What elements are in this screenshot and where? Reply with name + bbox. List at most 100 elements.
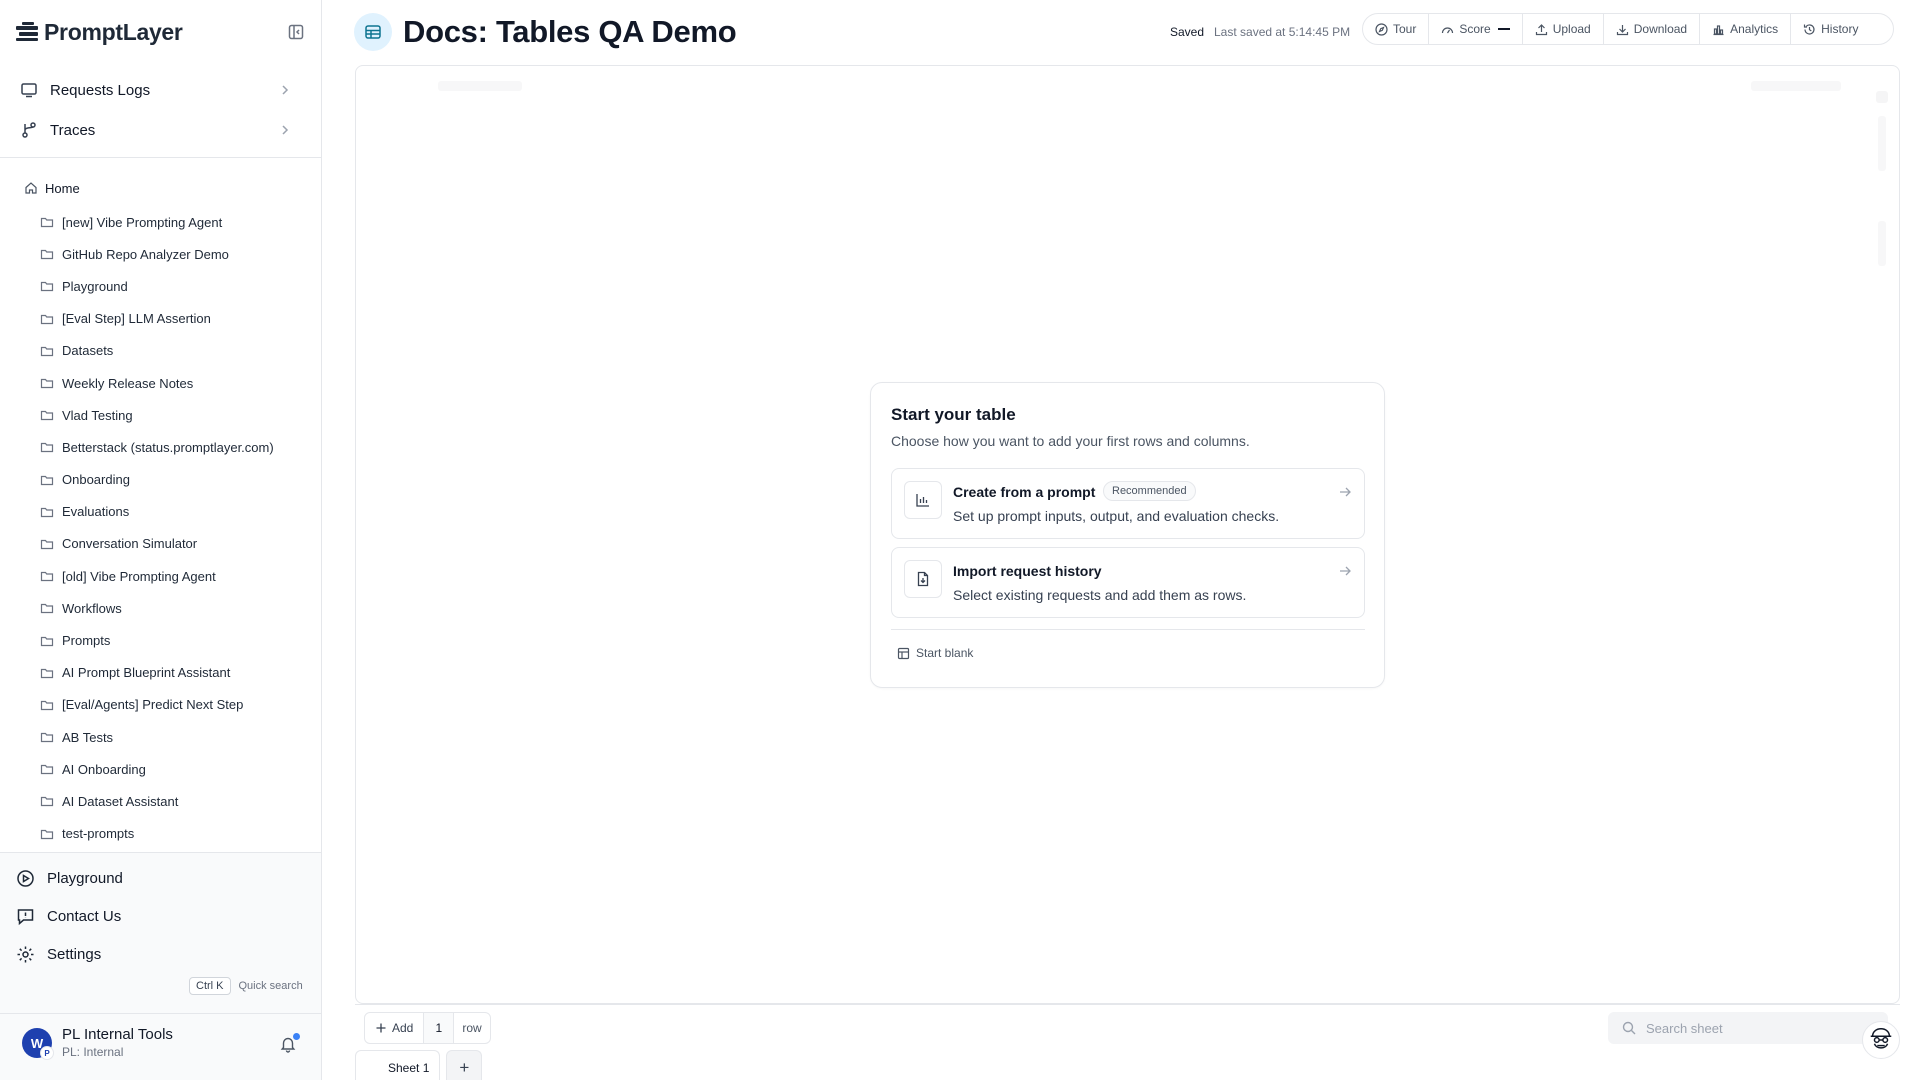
folder-label: Workflows [62,600,122,616]
score-button[interactable]: Score [1429,14,1523,44]
start-blank-label: Start blank [916,646,974,660]
home-icon [24,181,38,195]
workspace-switcher[interactable]: W P PL Internal Tools PL: Internal [22,1026,173,1060]
folder-icon [40,794,54,808]
sidebar-folder-item[interactable]: AB Tests [0,721,321,753]
settings-label: Settings [47,945,102,963]
sidebar-item-traces[interactable]: Traces [0,110,321,150]
assistant-mascot-icon[interactable] [1862,1021,1900,1059]
sidebar-folder-item[interactable]: Weekly Release Notes [0,367,321,399]
download-label: Download [1633,22,1688,36]
sidebar-folder-item[interactable]: GitHub Repo Analyzer Demo [0,238,321,270]
tab-sheet-1[interactable]: Sheet 1 [355,1050,441,1080]
sidebar-item-requests-logs[interactable]: Requests Logs [0,70,321,110]
sidebar-collapse-icon[interactable] [286,22,306,42]
sidebar-item-home[interactable]: Home [24,178,80,198]
logo-icon [16,22,38,42]
sidebar-folder-item[interactable]: Onboarding [0,464,321,496]
sidebar-item-label: Traces [50,121,96,139]
sidebar-folder-item[interactable]: Playground [0,270,321,302]
sidebar-folder-item[interactable]: Betterstack (status.promptlayer.com) [0,431,321,463]
chevron-right-icon [277,82,293,98]
folder-label: Weekly Release Notes [62,375,194,391]
folder-icon [40,827,54,841]
folder-icon [40,569,54,583]
quick-search-kbd: Ctrl K [189,977,231,995]
quick-search-hint[interactable]: Ctrl K Quick search [189,977,303,995]
brand-logo[interactable]: PromptLayer [16,19,183,46]
row-label: row [462,1021,482,1035]
search-sheet-input[interactable] [1646,1020,1866,1036]
contact-label: Contact Us [47,907,122,925]
sidebar-folder-item[interactable]: AI Dataset Assistant [0,785,321,817]
folder-label: [Eval/Agents] Predict Next Step [62,697,244,713]
option-description: Set up prompt inputs, output, and evalua… [953,508,1280,524]
import-request-history-option[interactable]: Import request history Select existing r… [891,547,1365,618]
sidebar-folder-item[interactable]: test-prompts [0,818,321,850]
bar-chart-icon [1712,23,1725,36]
compass-icon [1375,22,1388,36]
plus-icon [375,1022,387,1034]
sidebar-folder-item[interactable]: Datasets [0,335,321,367]
folder-icon [40,440,54,454]
sidebar-item-contact-us[interactable]: Contact Us [16,904,121,928]
sidebar-folder-item[interactable]: Evaluations [0,496,321,528]
option-description: Select existing requests and add them as… [953,587,1247,603]
sidebar-item-playground[interactable]: Playground [16,866,123,890]
sidebar-folder-item[interactable]: [Eval Step] LLM Assertion [0,303,321,335]
sidebar-folder-item[interactable]: AI Onboarding [0,753,321,785]
header-toolbar: Tour Score Upload Download Analytics His… [1362,13,1894,45]
folder-label: Prompts [62,633,111,649]
upload-button[interactable]: Upload [1523,14,1604,44]
row-count-input[interactable]: 1 [424,1013,455,1043]
sidebar-divider [0,1013,321,1014]
arrow-right-icon [1338,564,1352,578]
skeleton-cell [1876,91,1888,103]
folder-icon [40,666,54,680]
skeleton-cell [1878,116,1886,171]
create-from-prompt-option[interactable]: Create from a prompt Recommended Set up … [891,468,1365,539]
start-blank-button[interactable]: Start blank [897,646,973,660]
skeleton-column-header [1751,81,1841,91]
gear-icon [16,945,35,964]
history-button[interactable]: History [1791,14,1870,44]
gauge-icon [1441,23,1454,36]
sidebar-folder-item[interactable]: AI Prompt Blueprint Assistant [0,657,321,689]
sidebar-top-nav: Requests Logs Traces [0,70,321,150]
folder-icon [40,247,54,261]
add-sheet-button[interactable]: + [446,1050,483,1080]
option-title: Create from a prompt [953,484,1096,500]
search-sheet-field[interactable] [1608,1012,1888,1044]
tour-button[interactable]: Tour [1363,14,1430,44]
chart-icon [904,481,942,519]
sidebar-folder-item[interactable]: Prompts [0,624,321,656]
sidebar-item-settings[interactable]: Settings [16,942,101,966]
history-label: History [1821,22,1859,36]
folder-label: Playground [62,278,128,294]
table-icon [897,647,910,660]
sidebar-folder-item[interactable]: Conversation Simulator [0,528,321,560]
save-status: Saved [1170,25,1205,39]
last-saved-text: Last saved at 5:14:45 PM [1214,25,1351,39]
sidebar-folder-item[interactable]: Workflows [0,592,321,624]
history-icon [1803,23,1816,36]
workspace-name: PL Internal Tools [62,1026,173,1043]
tour-label: Tour [1393,22,1417,36]
folder-icon [40,762,54,776]
recommended-badge: Recommended [1103,481,1196,501]
sidebar-folder-item[interactable]: [Eval/Agents] Predict Next Step [0,689,321,721]
sidebar-folder-item[interactable]: Vlad Testing [0,399,321,431]
sheet-tab-label: Sheet 1 [388,1060,430,1075]
add-rows-button[interactable]: Add [365,1013,425,1043]
sheet-canvas: Start your table Choose how you want to … [355,65,1900,1004]
sidebar-folder-item[interactable]: [old] Vibe Prompting Agent [0,560,321,592]
sidebar-folder-item[interactable]: [new] Vibe Prompting Agent [0,206,321,238]
notification-dot [293,1033,300,1040]
quick-search-label: Quick search [238,980,303,992]
download-button[interactable]: Download [1604,14,1701,44]
bell-icon[interactable] [279,1033,300,1053]
logo-row: PromptLayer [16,18,306,46]
folder-label: Datasets [62,343,114,359]
analytics-button[interactable]: Analytics [1700,14,1792,44]
add-label: Add [392,1021,414,1035]
